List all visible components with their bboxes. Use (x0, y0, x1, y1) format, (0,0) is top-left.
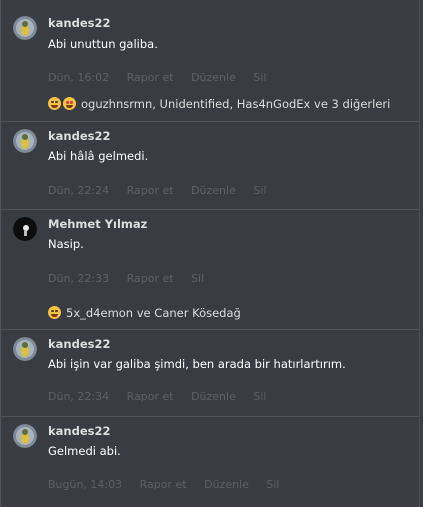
reaction-users[interactable]: oguzhnsrmn, Unidentified, Has4nGodEx ve … (81, 97, 390, 111)
edit-button[interactable]: Düzenle (191, 184, 236, 197)
edit-button[interactable]: Düzenle (191, 71, 236, 84)
message-item: Mehmet Yılmaz Nasip. Dün, 22:33 Rapor et… (0, 210, 420, 330)
message-item: kandes22 Abi hâlâ gelmedi. Dün, 22:24 Ra… (0, 122, 420, 210)
report-button[interactable]: Rapor et (127, 71, 174, 84)
user-avatar[interactable] (13, 129, 37, 153)
message-meta: Bugün, 14:03 Rapor et Düzenle Sil (48, 478, 294, 491)
message-author[interactable]: Mehmet Yılmaz (48, 217, 147, 231)
message-timestamp[interactable]: Dün, 22:34 (48, 390, 109, 403)
report-button[interactable]: Rapor et (140, 478, 187, 491)
message-text: Gelmedi abi. (48, 444, 121, 458)
message-item: kandes22 Abi işin var galiba şimdi, ben … (0, 330, 420, 417)
user-avatar[interactable] (13, 16, 37, 40)
reaction-users[interactable]: 5x_d4emon ve Caner Kösedağ (66, 306, 241, 320)
message-text: Abi unuttun galiba. (48, 37, 158, 51)
message-feed: kandes22 Abi unuttun galiba. Dün, 16:02 … (0, 0, 423, 507)
delete-button[interactable]: Sil (191, 272, 204, 285)
edit-button[interactable]: Düzenle (204, 478, 249, 491)
message-author[interactable]: kandes22 (48, 16, 110, 30)
user-avatar[interactable] (13, 337, 37, 361)
delete-button[interactable]: Sil (266, 478, 279, 491)
message-item: kandes22 Gelmedi abi. Bugün, 14:03 Rapor… (0, 417, 420, 507)
message-author[interactable]: kandes22 (48, 424, 110, 438)
rofl-icon[interactable] (48, 306, 61, 319)
message-timestamp[interactable]: Dün, 22:24 (48, 184, 109, 197)
message-author[interactable]: kandes22 (48, 337, 110, 351)
delete-button[interactable]: Sil (253, 390, 266, 403)
edit-button[interactable]: Düzenle (191, 390, 236, 403)
message-meta: Dün, 22:24 Rapor et Düzenle Sil (48, 184, 280, 197)
rofl-icon[interactable] (48, 97, 61, 110)
reaction-bar[interactable]: oguzhnsrmn, Unidentified, Has4nGodEx ve … (48, 97, 390, 111)
user-avatar[interactable] (13, 217, 37, 241)
message-timestamp[interactable]: Bugün, 14:03 (48, 478, 122, 491)
delete-button[interactable]: Sil (253, 184, 266, 197)
message-timestamp[interactable]: Dün, 16:02 (48, 71, 109, 84)
message-author[interactable]: kandes22 (48, 129, 110, 143)
message-item: kandes22 Abi unuttun galiba. Dün, 16:02 … (0, 0, 420, 122)
report-button[interactable]: Rapor et (127, 184, 174, 197)
heart-eyes-icon[interactable] (63, 97, 76, 110)
report-button[interactable]: Rapor et (127, 272, 174, 285)
message-meta: Dün, 16:02 Rapor et Düzenle Sil (48, 71, 280, 84)
delete-button[interactable]: Sil (253, 71, 266, 84)
user-avatar[interactable] (13, 424, 37, 448)
report-button[interactable]: Rapor et (127, 390, 174, 403)
message-meta: Dün, 22:34 Rapor et Düzenle Sil (48, 390, 280, 403)
message-text: Abi hâlâ gelmedi. (48, 149, 149, 163)
message-text: Abi işin var galiba şimdi, ben arada bir… (48, 357, 346, 371)
message-meta: Dün, 22:33 Rapor et Sil (48, 272, 218, 285)
message-timestamp[interactable]: Dün, 22:33 (48, 272, 109, 285)
reaction-bar[interactable]: 5x_d4emon ve Caner Kösedağ (48, 306, 241, 320)
message-text: Nasip. (48, 237, 84, 251)
